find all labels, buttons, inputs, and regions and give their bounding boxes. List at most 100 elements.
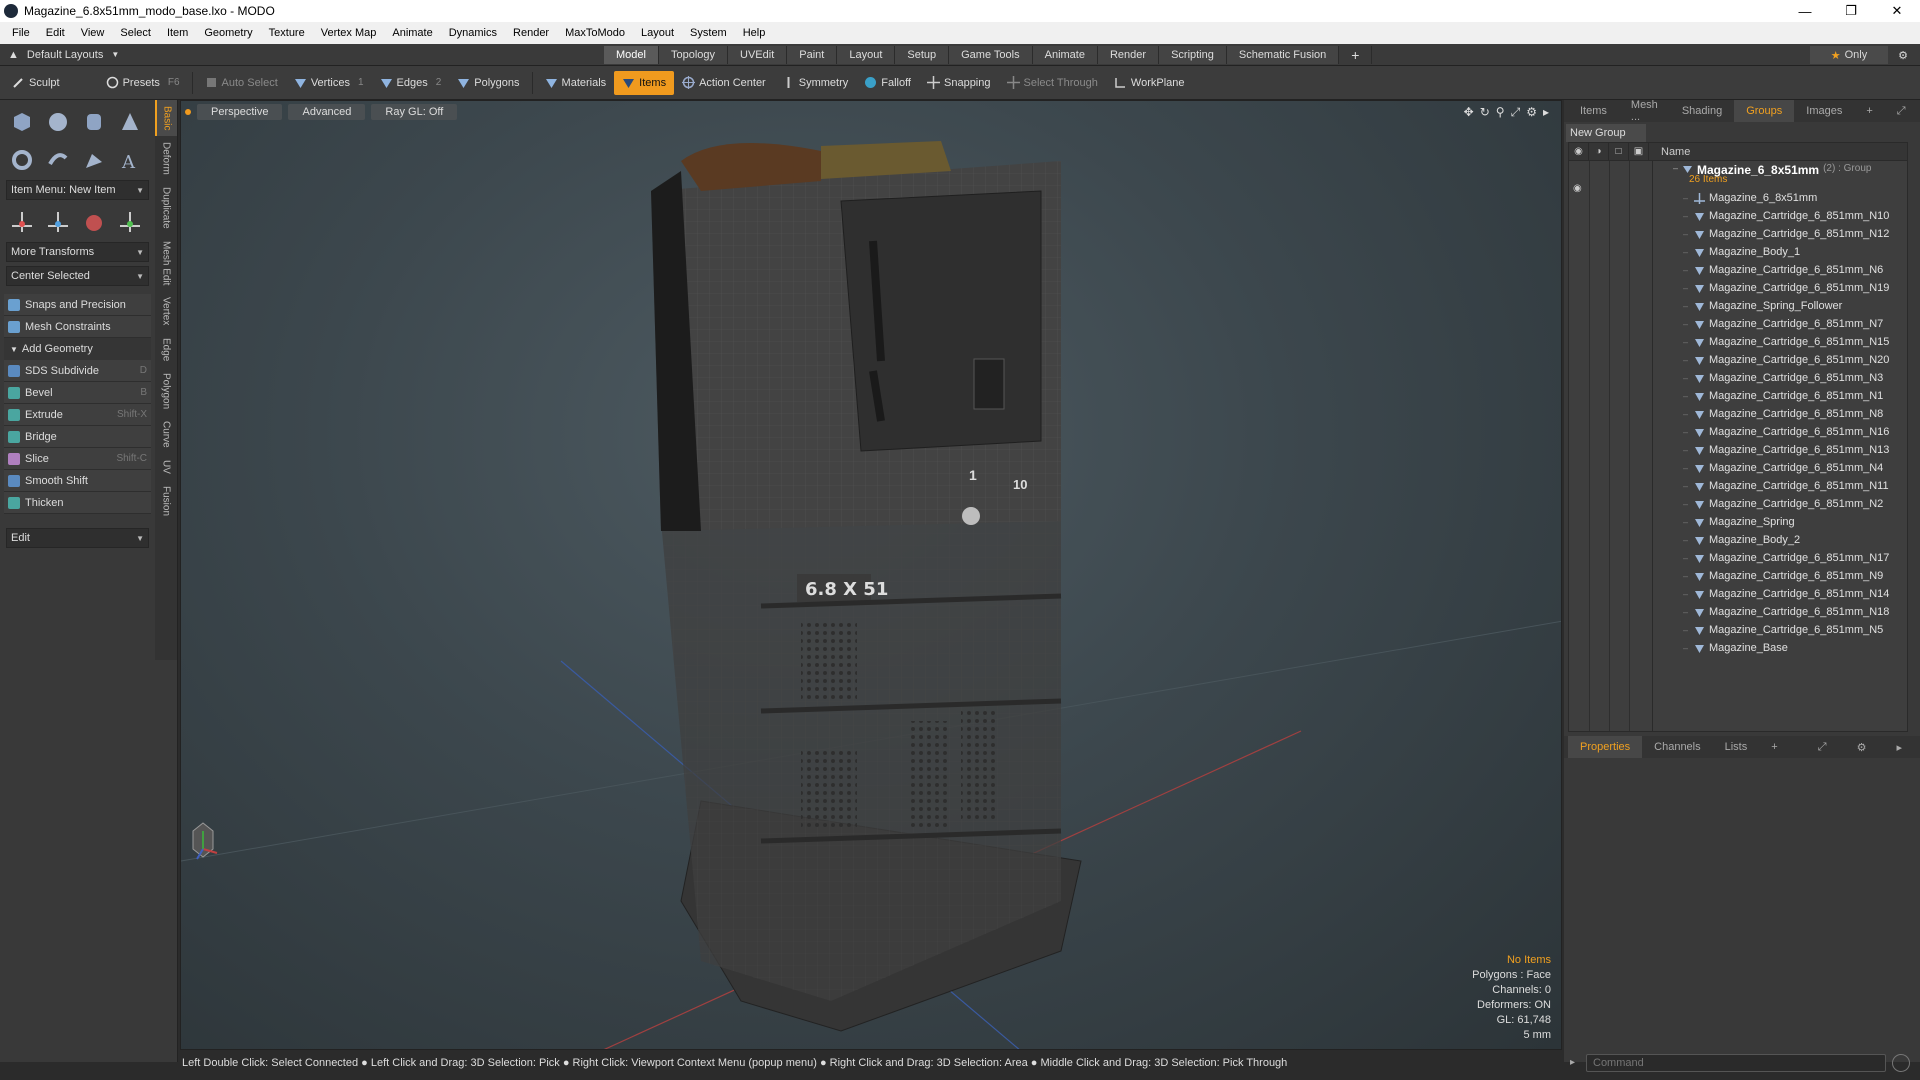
sculpt-button[interactable]: Sculpt: [4, 71, 68, 95]
tab-uvedit[interactable]: UVEdit: [728, 46, 788, 64]
vtab-basic[interactable]: Basic: [155, 100, 177, 137]
menu-animate[interactable]: Animate: [384, 27, 440, 39]
vtab-mesh-edit[interactable]: Mesh Edit: [155, 235, 177, 291]
extrude-button[interactable]: Extrude Shift-X: [4, 404, 151, 426]
list-item[interactable]: – Magazine_Body_1: [1653, 243, 1907, 261]
vtab-polygon[interactable]: Polygon: [155, 367, 177, 415]
menu-edit[interactable]: Edit: [38, 27, 73, 39]
add-properties-tab-button[interactable]: +: [1759, 736, 1789, 758]
3d-viewport[interactable]: 6.8 X 51 1 10 Perspective Advanced Ray G…: [180, 100, 1562, 1050]
viewport-settings-icon[interactable]: ⚙: [1526, 105, 1537, 120]
list-item[interactable]: – Magazine_Spring_Follower: [1653, 297, 1907, 315]
menu-layout[interactable]: Layout: [633, 27, 682, 39]
list-item[interactable]: – Magazine_Body_2: [1653, 531, 1907, 549]
collapse-icon[interactable]: –: [1673, 163, 1678, 173]
pen-icon[interactable]: [78, 144, 110, 176]
move-icon[interactable]: [6, 206, 38, 238]
vtab-deform[interactable]: Deform: [155, 136, 177, 181]
text-icon[interactable]: A: [114, 144, 146, 176]
action-center-button[interactable]: Action Center: [674, 71, 774, 95]
torus-icon[interactable]: [6, 144, 38, 176]
only-toggle[interactable]: ★ Only: [1810, 46, 1888, 64]
select-icon[interactable]: ▣: [1629, 142, 1649, 161]
tab-game-tools[interactable]: Game Tools: [949, 46, 1033, 64]
thicken-button[interactable]: Thicken: [4, 492, 151, 514]
tab-scripting[interactable]: Scripting: [1159, 46, 1227, 64]
tab-lists[interactable]: Lists: [1713, 736, 1760, 758]
list-item[interactable]: – Magazine_Cartridge_6_851mm_N17: [1653, 549, 1907, 567]
workplane-button[interactable]: WorkPlane: [1106, 71, 1193, 95]
tab-render[interactable]: Render: [1097, 46, 1160, 64]
add-geometry-section[interactable]: ▼ Add Geometry: [4, 338, 151, 360]
vtab-vertex[interactable]: Vertex: [155, 291, 177, 331]
tab-animate[interactable]: Animate: [1032, 46, 1098, 64]
list-item[interactable]: – Magazine_Cartridge_6_851mm_N13: [1653, 441, 1907, 459]
capsule-icon[interactable]: [42, 144, 74, 176]
list-item[interactable]: – Magazine_Cartridge_6_851mm_N16: [1653, 423, 1907, 441]
tab-shading[interactable]: Shading: [1670, 100, 1734, 122]
maximize-button[interactable]: ❐: [1828, 0, 1874, 22]
vtab-edge[interactable]: Edge: [155, 332, 177, 367]
properties-menu-icon[interactable]: ▸: [1884, 736, 1914, 758]
scale-icon[interactable]: [78, 206, 110, 238]
vtab-curve[interactable]: Curve: [155, 415, 177, 454]
menu-geometry[interactable]: Geometry: [196, 27, 260, 39]
group-visibility-icon[interactable]: ◉: [1573, 183, 1582, 194]
list-item[interactable]: – Magazine_Cartridge_6_851mm_N6: [1653, 261, 1907, 279]
lock-icon[interactable]: □: [1609, 142, 1629, 161]
list-item[interactable]: – Magazine_6_8x51mm: [1653, 189, 1907, 207]
list-item[interactable]: – Magazine_Cartridge_6_851mm_N19: [1653, 279, 1907, 297]
tab-items[interactable]: Items: [1568, 100, 1619, 122]
menu-select[interactable]: Select: [112, 27, 159, 39]
command-execute-button[interactable]: [1892, 1054, 1910, 1072]
layout-selector[interactable]: ▲ Default Layouts ▼: [8, 49, 119, 61]
cube-icon[interactable]: [6, 106, 38, 138]
menu-texture[interactable]: Texture: [261, 27, 313, 39]
fit-icon[interactable]: ⤢: [1511, 105, 1521, 120]
advanced-menu[interactable]: Advanced: [288, 104, 366, 120]
properties-settings-icon[interactable]: ⚙: [1845, 736, 1879, 758]
visibility-eye-icon[interactable]: ◉: [1569, 142, 1589, 161]
gear-icon[interactable]: ⚙: [1894, 46, 1912, 64]
tab-channels[interactable]: Channels: [1642, 736, 1712, 758]
sds-subdivide-button[interactable]: SDS Subdivide D: [4, 360, 151, 382]
list-item[interactable]: – Magazine_Cartridge_6_851mm_N1: [1653, 387, 1907, 405]
new-group-button[interactable]: New Group: [1566, 124, 1646, 142]
tab-groups[interactable]: Groups: [1734, 100, 1795, 122]
tab-paint[interactable]: Paint: [787, 46, 838, 64]
menu-item[interactable]: Item: [159, 27, 196, 39]
tab-setup[interactable]: Setup: [895, 46, 950, 64]
menu-system[interactable]: System: [682, 27, 735, 39]
center-selected-dropdown[interactable]: Center Selected ▼: [6, 266, 149, 286]
tab-schematic-fusion[interactable]: Schematic Fusion: [1226, 46, 1340, 64]
tab-mesh[interactable]: Mesh ...: [1619, 99, 1670, 123]
perspective-menu[interactable]: Perspective: [197, 104, 283, 120]
vtab-fusion[interactable]: Fusion: [155, 480, 177, 522]
smooth-shift-button[interactable]: Smooth Shift: [4, 470, 151, 492]
sphere-icon[interactable]: [42, 106, 74, 138]
list-item[interactable]: – Magazine_Cartridge_6_851mm_N3: [1653, 369, 1907, 387]
cylinder-icon[interactable]: [78, 106, 110, 138]
list-item[interactable]: – Magazine_Cartridge_6_851mm_N12: [1653, 225, 1907, 243]
list-item[interactable]: – Magazine_Cartridge_6_851mm_N18: [1653, 603, 1907, 621]
list-item[interactable]: – Magazine_Cartridge_6_851mm_N14: [1653, 585, 1907, 603]
minimize-button[interactable]: —: [1782, 0, 1828, 22]
transform-icon[interactable]: [114, 206, 146, 238]
expand-icon[interactable]: ⤢: [1885, 100, 1918, 122]
tab-topology[interactable]: Topology: [658, 46, 729, 64]
group-row[interactable]: – Magazine_6_8x51mm (2) : Group 26 Items: [1653, 161, 1907, 189]
list-item[interactable]: – Magazine_Cartridge_6_851mm_N11: [1653, 477, 1907, 495]
close-button[interactable]: ✕: [1874, 0, 1920, 22]
more-transforms-dropdown[interactable]: More Transforms ▼: [6, 242, 149, 262]
select-through-button[interactable]: Select Through: [999, 71, 1106, 95]
vtab-uv[interactable]: UV: [155, 454, 177, 480]
list-item[interactable]: – Magazine_Cartridge_6_851mm_N5: [1653, 621, 1907, 639]
tab-properties[interactable]: Properties: [1568, 736, 1643, 758]
command-history-icon[interactable]: ▸: [1570, 1057, 1575, 1068]
snaps-button[interactable]: Snaps and Precision: [4, 294, 151, 316]
menu-maxtomodo[interactable]: MaxToModo: [557, 27, 633, 39]
expand-icon[interactable]: ⤢: [1806, 736, 1839, 758]
tab-images[interactable]: Images: [1794, 100, 1854, 122]
orbit-icon[interactable]: ↻: [1480, 105, 1490, 120]
vtab-duplicate[interactable]: Duplicate: [155, 181, 177, 235]
